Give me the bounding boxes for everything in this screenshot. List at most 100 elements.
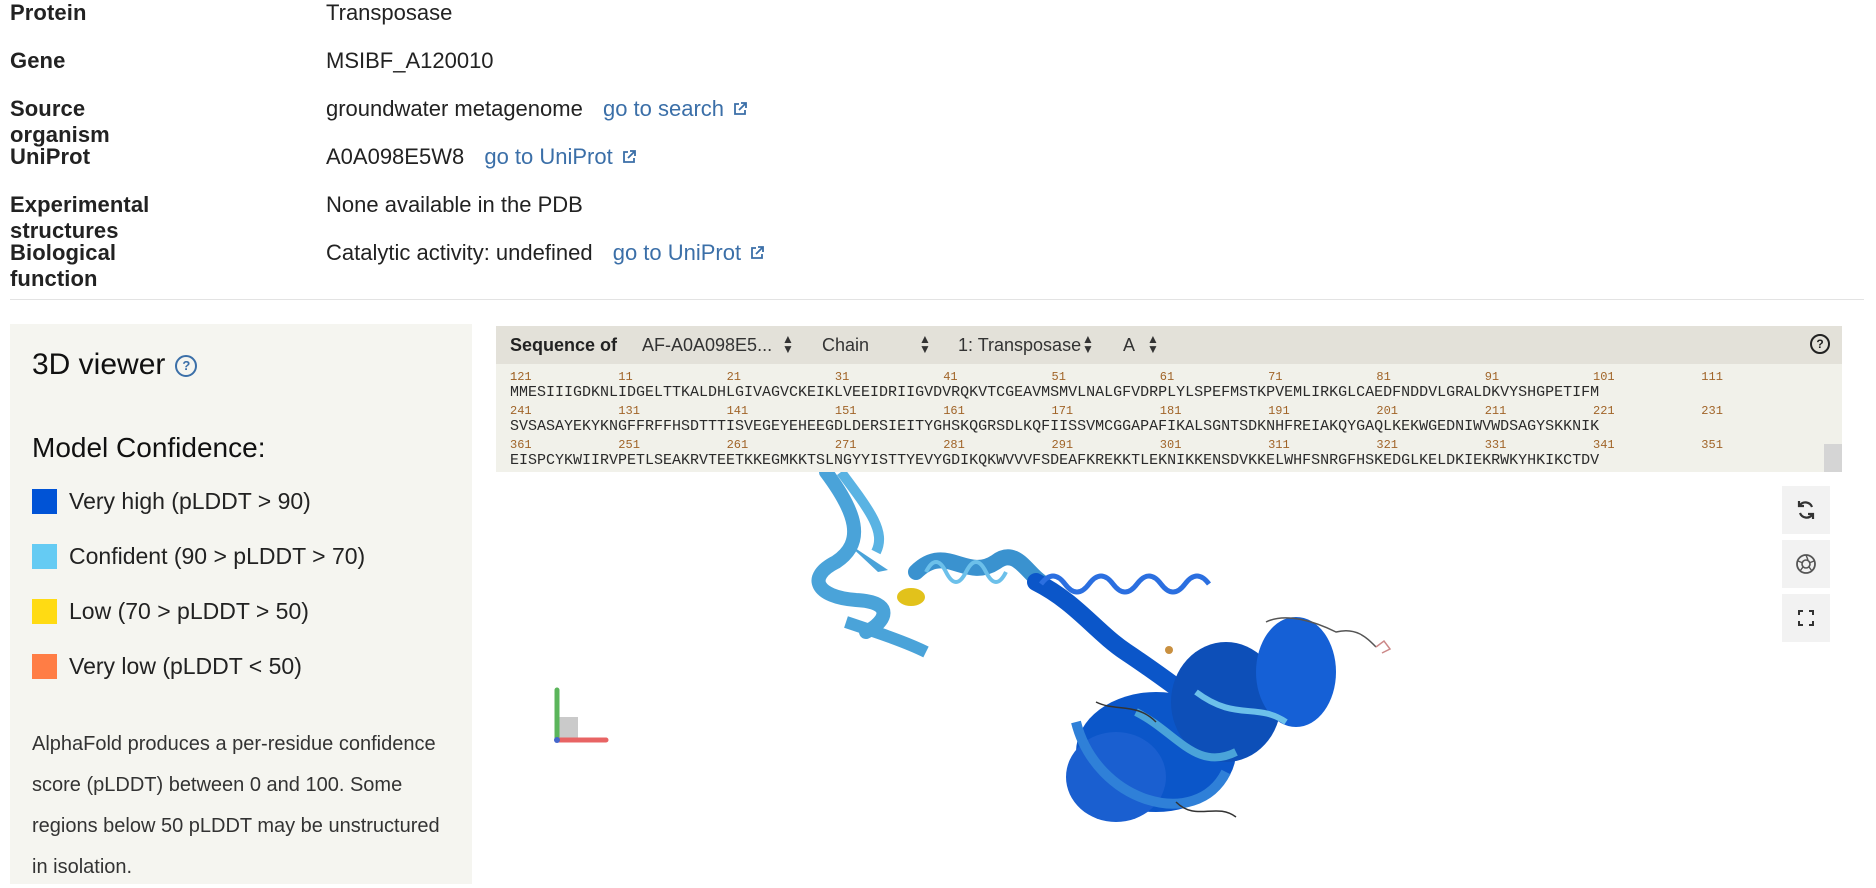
- chain-id-select-value: A: [1123, 335, 1136, 355]
- refresh-icon: [1797, 501, 1815, 519]
- residue-number: 331: [1484, 438, 1507, 452]
- legend-swatch-confident: [32, 544, 57, 569]
- legend-swatch-very-high: [32, 489, 57, 514]
- residue-number: 231: [1701, 404, 1723, 418]
- plddt-description: AlphaFold produces a per-residue confide…: [32, 733, 440, 878]
- function-uniprot-link[interactable]: go to UniProt: [613, 240, 765, 265]
- residue-number: 31: [834, 370, 850, 384]
- function-value-wrap: Catalytic activity: undefined go to UniP…: [326, 240, 765, 266]
- gene-value: MSIBF_A120010: [326, 48, 494, 73]
- legend-label: Low (70 > pLDDT > 50): [69, 598, 309, 624]
- residue-number: 81: [1376, 370, 1391, 384]
- residue-number: 21: [726, 370, 741, 384]
- function-label: Biological function: [10, 240, 117, 291]
- residue-number-row: 1 11 21 31 41 51 61 71 81 91 101 111 121: [510, 370, 1830, 384]
- experimental-label: Experimental structures: [10, 192, 150, 243]
- experimental-value: None available in the PDB: [326, 192, 583, 217]
- residue-number: 271: [834, 438, 857, 452]
- protein-value: Transposase: [326, 0, 453, 25]
- residue-number: 181: [1159, 404, 1182, 418]
- function-uniprot-label: go to UniProt: [612, 240, 742, 265]
- chain-select[interactable]: Chain ▲ ▼: [822, 333, 931, 356]
- residue-number: 241: [510, 404, 532, 418]
- sequence-help-icon[interactable]: ?: [1810, 334, 1830, 354]
- legend-confident: Confident (90 > pLDDT > 70): [32, 543, 365, 573]
- help-icon[interactable]: ?: [175, 355, 198, 377]
- screenshot-button[interactable]: [1782, 540, 1830, 588]
- legend-swatch-low: [32, 599, 57, 624]
- residue-number: 131: [618, 404, 640, 418]
- residue-number: 261: [726, 438, 749, 452]
- viewer-title-wrap: 3D viewer?: [32, 348, 198, 382]
- sequence-scrollbar[interactable]: [1824, 444, 1842, 472]
- residue-number: 191: [1268, 404, 1290, 418]
- residue-number-row: 131 141 151 161 171 181 191 201 211 221 231 241: [510, 404, 1830, 418]
- residue-number: 161: [943, 404, 965, 418]
- residue-number: 361: [510, 438, 532, 452]
- residue-number: 41: [943, 370, 958, 384]
- camera-shutter-icon: [1796, 554, 1816, 574]
- organism-value: groundwater metagenome: [326, 96, 583, 121]
- residue-number: 281: [943, 438, 965, 452]
- external-link-icon: [751, 246, 765, 259]
- residue-number: 121: [510, 370, 532, 384]
- fullscreen-button[interactable]: [1782, 594, 1830, 642]
- go-to-search-link[interactable]: go to search: [603, 96, 748, 121]
- reset-view-button[interactable]: [1782, 486, 1830, 534]
- residue-number: 11: [618, 370, 633, 384]
- entity-select-value: 1: Transposase: [958, 335, 1082, 355]
- go-to-search-label: go to search: [602, 96, 725, 121]
- gene-label: Gene: [10, 48, 66, 73]
- residue-number: 171: [1051, 404, 1074, 418]
- residue-number: 221: [1593, 404, 1615, 418]
- residue-number: 91: [1484, 370, 1500, 384]
- external-link-icon: [622, 150, 636, 163]
- go-to-uniprot-label: go to UniProt: [484, 144, 613, 169]
- entry-select[interactable]: AF-A0A098E5... ▲ ▼: [642, 333, 794, 356]
- protein-structure-render[interactable]: [496, 465, 1842, 862]
- sequence-header: Sequence of AF-A0A098E5... ▲ ▼ Chain ▲ ▼ 1…: [496, 326, 1842, 364]
- uniprot-label: UniProt: [10, 144, 91, 169]
- legend-label: Very low (pLDDT < 50): [69, 653, 302, 679]
- function-value: Catalytic activity: undefined: [326, 240, 593, 265]
- residue-number: 151: [834, 404, 857, 418]
- section-divider: [10, 299, 1864, 300]
- external-link-icon: [734, 102, 747, 115]
- residue-number: 111: [1701, 370, 1723, 384]
- organism-value-wrap: groundwater metagenome go to search: [326, 96, 748, 122]
- uniprot-value: A0A098E5W8: [326, 144, 465, 169]
- sequence-row[interactable]: EISPCYKWIIRVPETLSEAKRVTEETKKEGMKKTSLNGYY…: [510, 452, 1830, 472]
- organism-label: Source organism: [10, 96, 110, 147]
- select-arrows-icon: ▲ ▼: [919, 332, 931, 356]
- sequence-row[interactable]: SVSASAYEKYKNGFFRFFHSDTTTISVEGEYEHEEGDLDE…: [510, 418, 1830, 438]
- legend-very-low: Very low (pLDDT < 50): [32, 653, 302, 683]
- select-arrows-icon: ▲ ▼: [1147, 332, 1159, 356]
- residue-number: 311: [1268, 438, 1290, 452]
- residue-number: 101: [1593, 370, 1615, 384]
- legend-label: Confident (90 > pLDDT > 70): [69, 543, 366, 569]
- residue-number: 341: [1593, 438, 1615, 452]
- chain-id-select[interactable]: A ▲ ▼: [1123, 333, 1159, 356]
- sequence-body[interactable]: 1 11 21 31 41 51 61 71 81 91 101 111 121 MMESIIIGDKN…: [510, 370, 1830, 472]
- residue-number: 141: [726, 404, 749, 418]
- go-to-uniprot-link[interactable]: go to UniProt: [484, 144, 636, 169]
- residue-number: 71: [1268, 370, 1283, 384]
- axes-gizmo: [554, 687, 609, 743]
- residue-number: 61: [1159, 370, 1175, 384]
- residue-number: 211: [1484, 404, 1507, 418]
- residue-number-row: 251 261 271 281 291 301 311 321 331 341 351 361: [510, 438, 1830, 452]
- residue-number: 321: [1376, 438, 1398, 452]
- residue-number: 51: [1051, 370, 1066, 384]
- legend-very-high: Very high (pLDDT > 90): [32, 488, 311, 518]
- residue-number: 301: [1159, 438, 1182, 452]
- legend-label: Very high (pLDDT > 90): [69, 488, 311, 514]
- residue-number: 351: [1701, 438, 1723, 452]
- legend-low: Low (70 > pLDDT > 50): [32, 598, 309, 628]
- structure-viewer-canvas[interactable]: [496, 465, 1842, 862]
- entity-select[interactable]: 1: Transposase ▲ ▼: [958, 333, 1094, 356]
- residue-number: 201: [1376, 404, 1398, 418]
- fullscreen-icon: [1798, 610, 1814, 626]
- entry-select-value: AF-A0A098E5...: [642, 335, 773, 355]
- residue-number: 291: [1051, 438, 1074, 452]
- sequence-row[interactable]: MMESIIIGDKNLIDGELTTKALDHLGIVAGVCKEIKLVEE…: [510, 384, 1830, 404]
